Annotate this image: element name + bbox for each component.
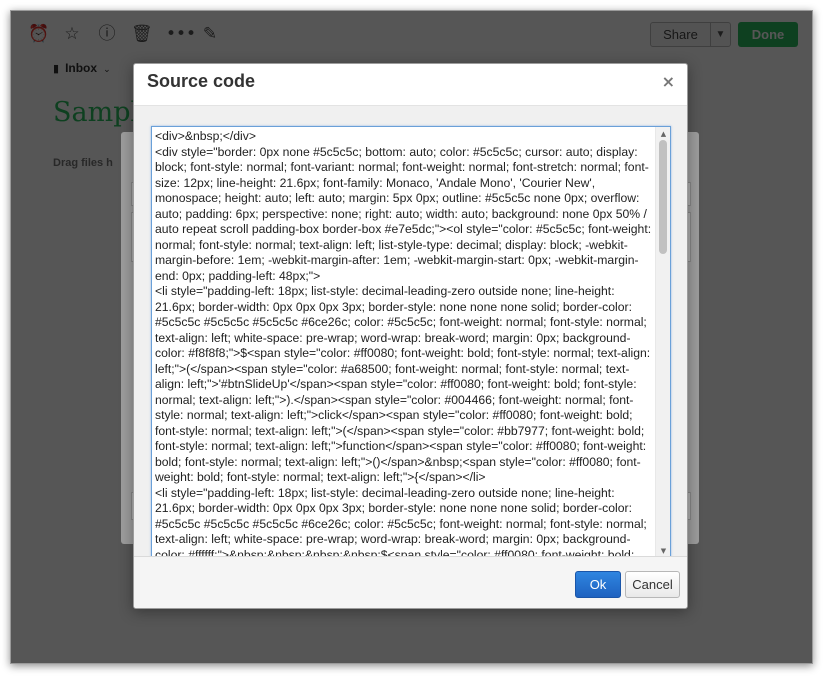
dialog-body: <div>&nbsp;</div> <div style="border: 0p… xyxy=(134,106,687,559)
dialog-title: Source code xyxy=(147,71,256,91)
textarea-scrollbar[interactable]: ▲ ▼ xyxy=(655,127,670,558)
ok-button[interactable]: Ok xyxy=(575,571,621,598)
source-code-dialog: Source code × <div>&nbsp;</div> <div sty… xyxy=(133,63,688,609)
dialog-header: Source code × xyxy=(134,64,687,106)
scroll-up-icon[interactable]: ▲ xyxy=(656,128,670,140)
app-window: ⏰ ☆ ⓘ 🗑 ••• ✎ Share ▼ Done ▮Inbox⌄ Sampl… xyxy=(10,10,813,664)
source-code-textarea[interactable]: <div>&nbsp;</div> <div style="border: 0p… xyxy=(151,126,671,559)
source-code-text[interactable]: <div>&nbsp;</div> <div style="border: 0p… xyxy=(155,129,655,558)
scrollbar-thumb[interactable] xyxy=(659,140,667,254)
cancel-button[interactable]: Cancel xyxy=(625,571,680,598)
close-icon[interactable]: × xyxy=(662,72,675,91)
dialog-footer: Ok Cancel xyxy=(134,556,687,608)
